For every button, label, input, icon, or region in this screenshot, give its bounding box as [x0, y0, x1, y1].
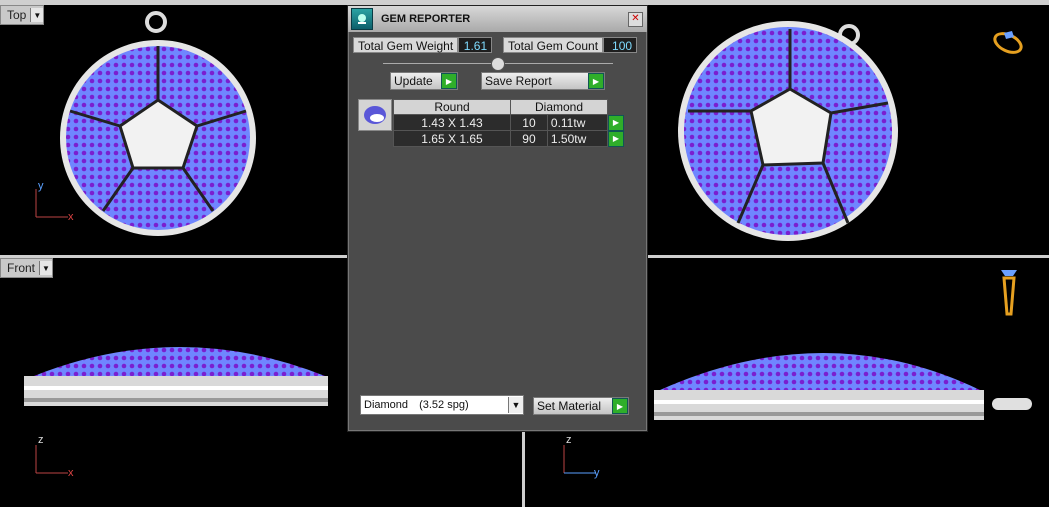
gem-shape-thumbnail[interactable] [358, 99, 392, 131]
axis-z-label: z [38, 434, 44, 446]
material-spg: (3.52 spg) [419, 399, 469, 411]
set-material-button[interactable]: Set Material ▶ [533, 397, 629, 415]
gem-reporter-panel: GEM REPORTER ✕ Total Gem Weight 1.61 Tot… [347, 5, 648, 432]
material-name: Diamond [364, 399, 409, 411]
viewport-label: Top [7, 8, 27, 22]
gem-table: Round Diamond 1.43 X 1.43 10 0.11tw ▶ 1.… [393, 99, 629, 147]
gem-size: 1.43 X 1.43 [393, 114, 511, 131]
total-gem-count-label: Total Gem Count [503, 37, 604, 53]
panel-title: GEM REPORTER [381, 13, 471, 25]
play-icon[interactable]: ▶ [608, 130, 624, 147]
gem-count: 10 [510, 114, 548, 131]
total-gem-weight: Total Gem Weight 1.61 [353, 37, 493, 53]
gem-weight: 1.50tw [546, 130, 609, 147]
viewport-top[interactable]: y x Top ▼ [0, 5, 346, 255]
total-gem-weight-label: Total Gem Weight [353, 37, 459, 53]
pendant-perspective-view [678, 21, 898, 241]
axis-x-label: x [68, 467, 74, 479]
ring-view-icon[interactable] [990, 25, 1030, 57]
update-button[interactable]: Update ▶ [390, 72, 458, 90]
gem-count: 90 [510, 130, 548, 147]
close-icon[interactable]: ✕ [628, 11, 643, 27]
play-icon: ▶ [612, 398, 628, 414]
update-button-label: Update [394, 74, 433, 88]
table-row[interactable]: 1.43 X 1.43 10 0.11tw ▶ [393, 114, 629, 131]
total-gem-count: Total Gem Count 100 [503, 37, 638, 53]
table-row[interactable]: 1.65 X 1.65 90 1.50tw ▶ [393, 130, 629, 147]
axis-gizmo-front: z x [35, 434, 74, 479]
chevron-down-icon[interactable]: ▼ [508, 397, 523, 413]
chevron-down-icon[interactable]: ▼ [30, 8, 44, 22]
material-select[interactable]: Diamond (3.52 spg) ▼ [360, 395, 524, 415]
axis-y-label: y [38, 180, 44, 192]
chevron-down-icon[interactable]: ▼ [39, 261, 53, 275]
play-icon: ▶ [441, 73, 457, 89]
save-report-button[interactable]: Save Report ▶ [481, 72, 605, 90]
play-icon: ▶ [588, 73, 604, 89]
viewport-tab-front[interactable]: Front ▼ [0, 258, 54, 278]
total-gem-count-value: 100 [603, 37, 638, 53]
viewport-tab-top[interactable]: Top ▼ [0, 5, 45, 25]
column-header-shape: Round [393, 99, 511, 115]
viewport-perspective[interactable] [648, 5, 1049, 255]
axis-gizmo-top: y x [35, 180, 74, 223]
material-select-value: Diamond (3.52 spg) [361, 399, 508, 411]
splitter-handle[interactable] [491, 57, 505, 71]
axis-z-label: z [566, 434, 572, 446]
column-header-material: Diamond [510, 99, 608, 115]
axis-x-label: x [68, 211, 74, 223]
axis-gizmo-right: z y [563, 434, 600, 479]
axis-y-label: y [594, 467, 600, 479]
total-gem-weight-value: 1.61 [458, 37, 493, 53]
viewport-label: Front [7, 261, 36, 275]
set-material-button-label: Set Material [537, 399, 602, 413]
play-icon[interactable]: ▶ [608, 114, 624, 131]
ring-side-view-icon[interactable] [996, 266, 1022, 320]
gem-size: 1.65 X 1.65 [393, 130, 511, 147]
gem-reporter-icon [351, 8, 373, 30]
save-report-button-label: Save Report [485, 74, 552, 88]
table-header-row: Round Diamond [393, 99, 629, 115]
panel-titlebar[interactable]: GEM REPORTER ✕ [348, 6, 647, 32]
gem-weight: 0.11tw [546, 114, 609, 131]
